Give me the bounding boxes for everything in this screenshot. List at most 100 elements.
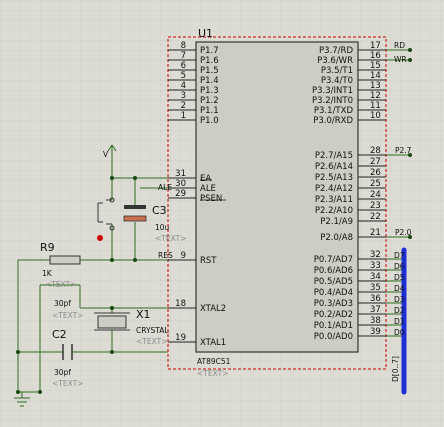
rst-net-label: RES — [158, 251, 173, 260]
right-pin-name: P0.6/AD6 — [314, 266, 353, 276]
left-pin-number: 1 — [181, 111, 186, 121]
c2-ref: C2 — [52, 328, 67, 341]
right-pin-name: P2.5/A13 — [315, 173, 353, 183]
right-pin-name: P2.1/A9 — [320, 217, 353, 227]
left-pin-name: P1.2 — [200, 96, 219, 106]
right-pin-number: 15 — [370, 61, 381, 71]
bus-line-label: D4 — [394, 284, 405, 293]
left-pin-name: XTAL1 — [200, 338, 226, 348]
right-pin-name: P0.1/AD1 — [314, 321, 353, 331]
bus-line-label: D2 — [394, 306, 405, 315]
right-pin-name: P2.3/A11 — [315, 195, 353, 205]
r9-ref: R9 — [40, 241, 55, 254]
r9-resistor[interactable] — [49, 255, 81, 265]
c3-tag: <TEXT> — [155, 234, 186, 243]
right-pin-name: P0.5/AD5 — [314, 277, 353, 287]
left-pin-name: XTAL2 — [200, 304, 226, 314]
left-pin-name: ALE — [200, 184, 216, 194]
c2-tag: <TEXT> — [52, 379, 83, 388]
right-pin-name: P0.7/AD7 — [314, 255, 353, 265]
net-label-wr: WR — [394, 55, 407, 64]
left-pin-number: 18 — [175, 299, 186, 309]
right-pin-name: P3.1/TXD — [314, 106, 354, 116]
chip-text-tag: <TEXT> — [197, 369, 228, 378]
right-pin-name: P3.0/RXD — [313, 116, 353, 126]
right-pin-name: P3.6/WR — [317, 56, 353, 66]
right-pin-name: P0.3/AD3 — [314, 299, 353, 309]
ale-net-label: ALE — [158, 183, 172, 192]
left-pin-name: P1.1 — [200, 106, 219, 116]
x1-crystal[interactable] — [94, 312, 130, 331]
left-pin-name: P1.6 — [200, 56, 219, 66]
right-pin-name: P0.4/AD4 — [314, 288, 353, 298]
c3-value: 10u — [155, 223, 170, 232]
right-pin-number: 22 — [370, 212, 381, 222]
right-pin-number: 14 — [370, 71, 381, 81]
bus-name: D[0..7] — [391, 356, 400, 382]
left-pin-number: 8 — [181, 41, 186, 51]
left-pin-number: 6 — [181, 61, 186, 71]
c2-value: 30pf — [54, 368, 71, 377]
right-pin-name: P3.7/RD — [319, 46, 353, 56]
vcc-label: V — [103, 150, 109, 159]
c3-ref: C3 — [152, 204, 167, 217]
c1-tag: <TEXT> — [52, 311, 83, 320]
right-pin-name: P3.3/INT1 — [312, 86, 353, 96]
chip-ref: U1 — [198, 27, 213, 40]
left-pin-name: P1.4 — [200, 76, 219, 86]
chip-part: AT89C51 — [197, 357, 231, 366]
left-pin-number: 5 — [181, 71, 186, 81]
schematic-canvas[interactable]: U1 AT89C51 <TEXT> 8 P1.7 7 P1.6 6 P1.5 5 P1.4 4 P… — [0, 0, 444, 427]
right-pin-number: 32 — [370, 250, 381, 260]
r9-value: 1K — [42, 269, 53, 278]
right-pin-name: P2.7/A15 — [315, 151, 353, 161]
right-pin-number: 16 — [370, 51, 381, 61]
right-pin-number: 13 — [370, 81, 381, 91]
right-pin-number: 10 — [370, 111, 381, 121]
right-pin-number: 38 — [370, 316, 381, 326]
right-pin-name: P3.4/T0 — [321, 76, 353, 86]
left-pin-name: RST — [200, 256, 217, 266]
bus-line-label: D1 — [394, 317, 405, 326]
right-pin-number: 39 — [370, 327, 381, 337]
left-pin-number: 9 — [181, 251, 186, 261]
right-pin-number: 35 — [370, 283, 381, 293]
right-pin-number: 34 — [370, 272, 381, 282]
junction-p20 — [408, 235, 412, 239]
x1-value: CRYSTAL — [136, 326, 169, 335]
left-pin-name: P1.0 — [200, 116, 219, 126]
right-pin-number: 21 — [370, 228, 381, 238]
junction-wr — [408, 58, 412, 62]
bus-line-label: D0 — [394, 328, 405, 337]
junction-p27 — [408, 153, 412, 157]
right-pin-number: 36 — [370, 294, 381, 304]
right-pin-number: 33 — [370, 261, 381, 271]
x1-ref: X1 — [136, 308, 151, 321]
bus-line-label: D6 — [394, 262, 405, 271]
right-pin-name: P0.0/AD0 — [314, 332, 353, 342]
right-pin-name: P2.0/A8 — [320, 233, 353, 243]
right-pin-number: 37 — [370, 305, 381, 315]
right-pin-number: 11 — [370, 101, 381, 111]
left-pin-name: EA — [200, 174, 211, 184]
junction-rd — [408, 48, 412, 52]
bus-line-label: D7 — [394, 251, 405, 260]
right-pin-name: P3.5/T1 — [321, 66, 353, 76]
left-pin-number: 3 — [181, 91, 186, 101]
right-pin-name: P0.2/AD2 — [314, 310, 353, 320]
c1-value: 30pf — [54, 299, 71, 308]
left-pin-number: 19 — [175, 333, 186, 343]
r9-tag: <TEXT> — [45, 280, 76, 289]
left-pin-name: P1.7 — [200, 46, 219, 56]
right-pin-number: 24 — [370, 190, 381, 200]
left-pin-number: 30 — [175, 179, 186, 189]
left-pin-number: 4 — [181, 81, 186, 91]
left-pin-number: 7 — [181, 51, 186, 61]
left-pin-name: P1.5 — [200, 66, 219, 76]
left-pin-number: 29 — [175, 189, 186, 199]
left-pin-number: 31 — [175, 169, 186, 179]
left-pin-name: PSEN — [200, 194, 222, 204]
right-pin-number: 23 — [370, 201, 381, 211]
left-pin-number: 2 — [181, 101, 186, 111]
right-pin-number: 25 — [370, 179, 381, 189]
